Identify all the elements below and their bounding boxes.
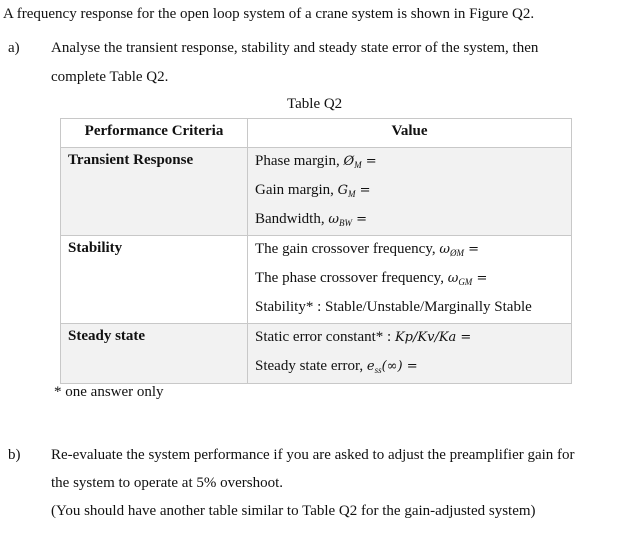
- header-value: Value: [247, 118, 572, 148]
- part-a-text-line2: complete Table Q2.: [51, 69, 169, 85]
- criteria-steady-state: Steady state: [60, 323, 248, 384]
- part-a-text-line1: Analyse the transient response, stabilit…: [51, 40, 539, 56]
- part-b-text-line2: the system to operate at 5% overshoot.: [51, 475, 284, 491]
- table-row-steady-state: Steady state Static error constant* : Kp…: [60, 323, 572, 384]
- value-cell-transient: Phase margin, ØM = Gain margin, GM = Ban…: [247, 147, 572, 236]
- gain-margin-field: Gain margin, GM =: [255, 182, 371, 199]
- stability-choice-field: Stability* : Stable/Unstable/Marginally …: [255, 299, 532, 315]
- table-row-transient: Transient Response Phase margin, ØM = Ga…: [60, 147, 572, 236]
- value-cell-stability: The gain crossover frequency, ωØM = The …: [247, 235, 572, 324]
- static-error-constant-field: Static error constant* : Kp/Kv/Ka =: [255, 329, 472, 345]
- table-q2: Performance Criteria Value Transient Res…: [60, 118, 572, 384]
- table-row-stability: Stability The gain crossover frequency, …: [60, 235, 572, 324]
- steady-state-error-field: Steady state error, ess(∞) =: [255, 358, 418, 375]
- bandwidth-field: Bandwidth, ωBW =: [255, 211, 367, 228]
- part-b-text-line1: Re-evaluate the system performance if yo…: [51, 447, 575, 463]
- table-caption: Table Q2: [287, 96, 343, 112]
- criteria-transient-response: Transient Response: [60, 147, 248, 236]
- phase-margin-field: Phase margin, ØM =: [255, 153, 377, 170]
- part-b-text-line3: (You should have another table similar t…: [51, 503, 536, 519]
- header-performance-criteria: Performance Criteria: [60, 118, 248, 148]
- phase-crossover-frequency-field: The phase crossover frequency, ωGM =: [255, 270, 488, 287]
- value-cell-steady-state: Static error constant* : Kp/Kv/Ka = Stea…: [247, 323, 572, 384]
- part-b-label: b): [8, 447, 21, 463]
- part-a-label: a): [8, 40, 20, 56]
- criteria-stability: Stability: [60, 235, 248, 324]
- gain-crossover-frequency-field: The gain crossover frequency, ωØM =: [255, 241, 480, 258]
- table-footnote: * one answer only: [54, 384, 164, 400]
- table-header-row: Performance Criteria Value: [60, 118, 572, 148]
- intro-text: A frequency response for the open loop s…: [3, 6, 535, 22]
